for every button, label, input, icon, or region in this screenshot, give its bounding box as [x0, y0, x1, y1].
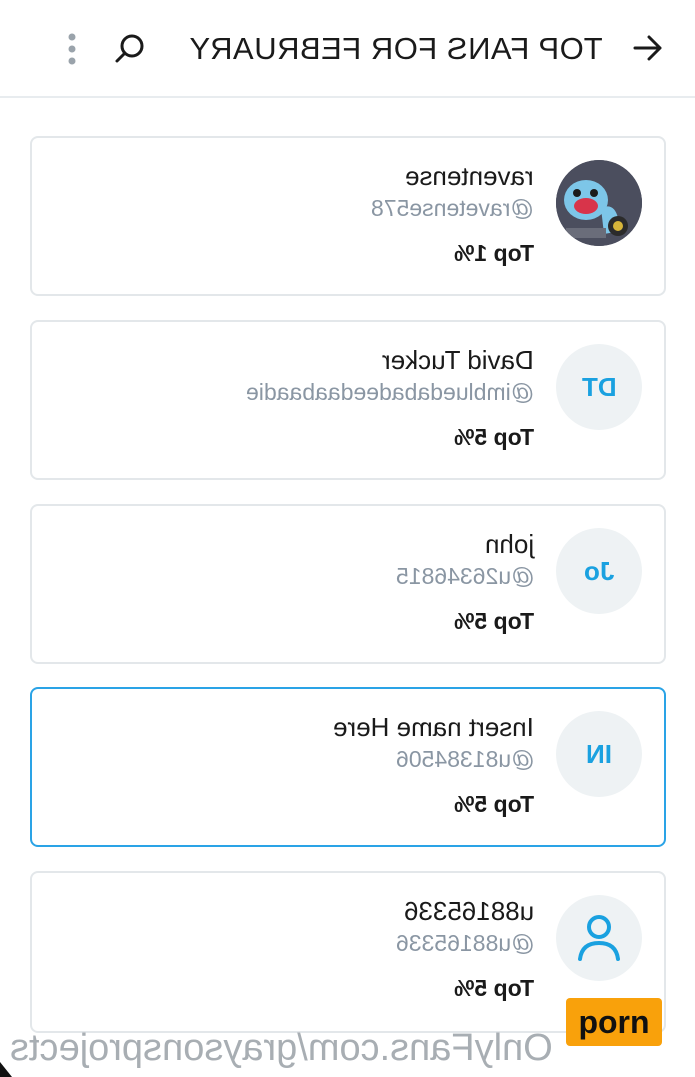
fan-info: john @u26346815 Top 5% [396, 528, 534, 636]
avatar[interactable] [556, 895, 642, 981]
fan-handle: @u81384506 [395, 746, 534, 772]
search-icon[interactable] [112, 31, 148, 67]
arrow-left-icon[interactable] [629, 30, 665, 66]
page: TOP FANS FOR FEBRUARY raventense @ravete… [0, 0, 695, 1077]
watermark-badge: porn [566, 998, 662, 1046]
fan-rank: Top 5% [453, 424, 534, 450]
fan-name[interactable]: u88165336 [396, 895, 534, 927]
fan-info: u88165336 @u88165336 Top 5% [396, 895, 534, 1003]
watermark-text: OnlyFans.com/graysonsprojects [10, 1027, 553, 1069]
corner-mark [0, 1062, 12, 1077]
fan-rank: Top 5% [453, 791, 534, 817]
fan-name[interactable]: john [396, 528, 534, 560]
top-bar: TOP FANS FOR FEBRUARY [0, 0, 695, 98]
fan-rank: Top 1% [453, 240, 534, 266]
fan-rank: Top 5% [453, 608, 534, 634]
avatar[interactable]: IN [556, 711, 642, 797]
fan-handle: @u88165336 [395, 930, 534, 956]
fan-info: David Tucker @imbluedabadeedaabaadie Top… [246, 344, 534, 452]
fan-rank: Top 5% [453, 975, 534, 1001]
avatar[interactable] [556, 160, 642, 246]
avatar-initials: IN [586, 738, 612, 769]
avatar[interactable]: Jo [556, 528, 642, 614]
fan-card[interactable]: DT David Tucker @imbluedabadeedaabaadie … [30, 320, 666, 480]
fan-info: raventense @ravetense578 Top 1% [371, 160, 534, 268]
fan-handle: @ravetense578 [371, 195, 534, 221]
avatar-image [556, 160, 642, 246]
more-vertical-icon[interactable] [62, 32, 82, 68]
fan-name[interactable]: Insert name Here [333, 711, 534, 743]
fan-card[interactable]: raventense @ravetense578 Top 1% [30, 136, 666, 296]
fan-name[interactable]: David Tucker [246, 344, 534, 376]
fan-card[interactable]: Jo john @u26346815 Top 5% [30, 504, 666, 664]
avatar[interactable]: DT [556, 344, 642, 430]
fan-info: Insert name Here @u81384506 Top 5% [333, 711, 534, 819]
fan-handle: @u26346815 [395, 563, 534, 589]
fan-card-selected[interactable]: IN Insert name Here @u81384506 Top 5% [30, 687, 666, 847]
fan-name[interactable]: raventense [371, 160, 534, 192]
avatar-initials: DT [581, 371, 617, 402]
fan-handle: @imbluedabadeedaabaadie [245, 379, 534, 405]
user-icon [578, 915, 620, 961]
page-title: TOP FANS FOR FEBRUARY [189, 31, 603, 66]
avatar-initials: Jo [583, 555, 615, 586]
